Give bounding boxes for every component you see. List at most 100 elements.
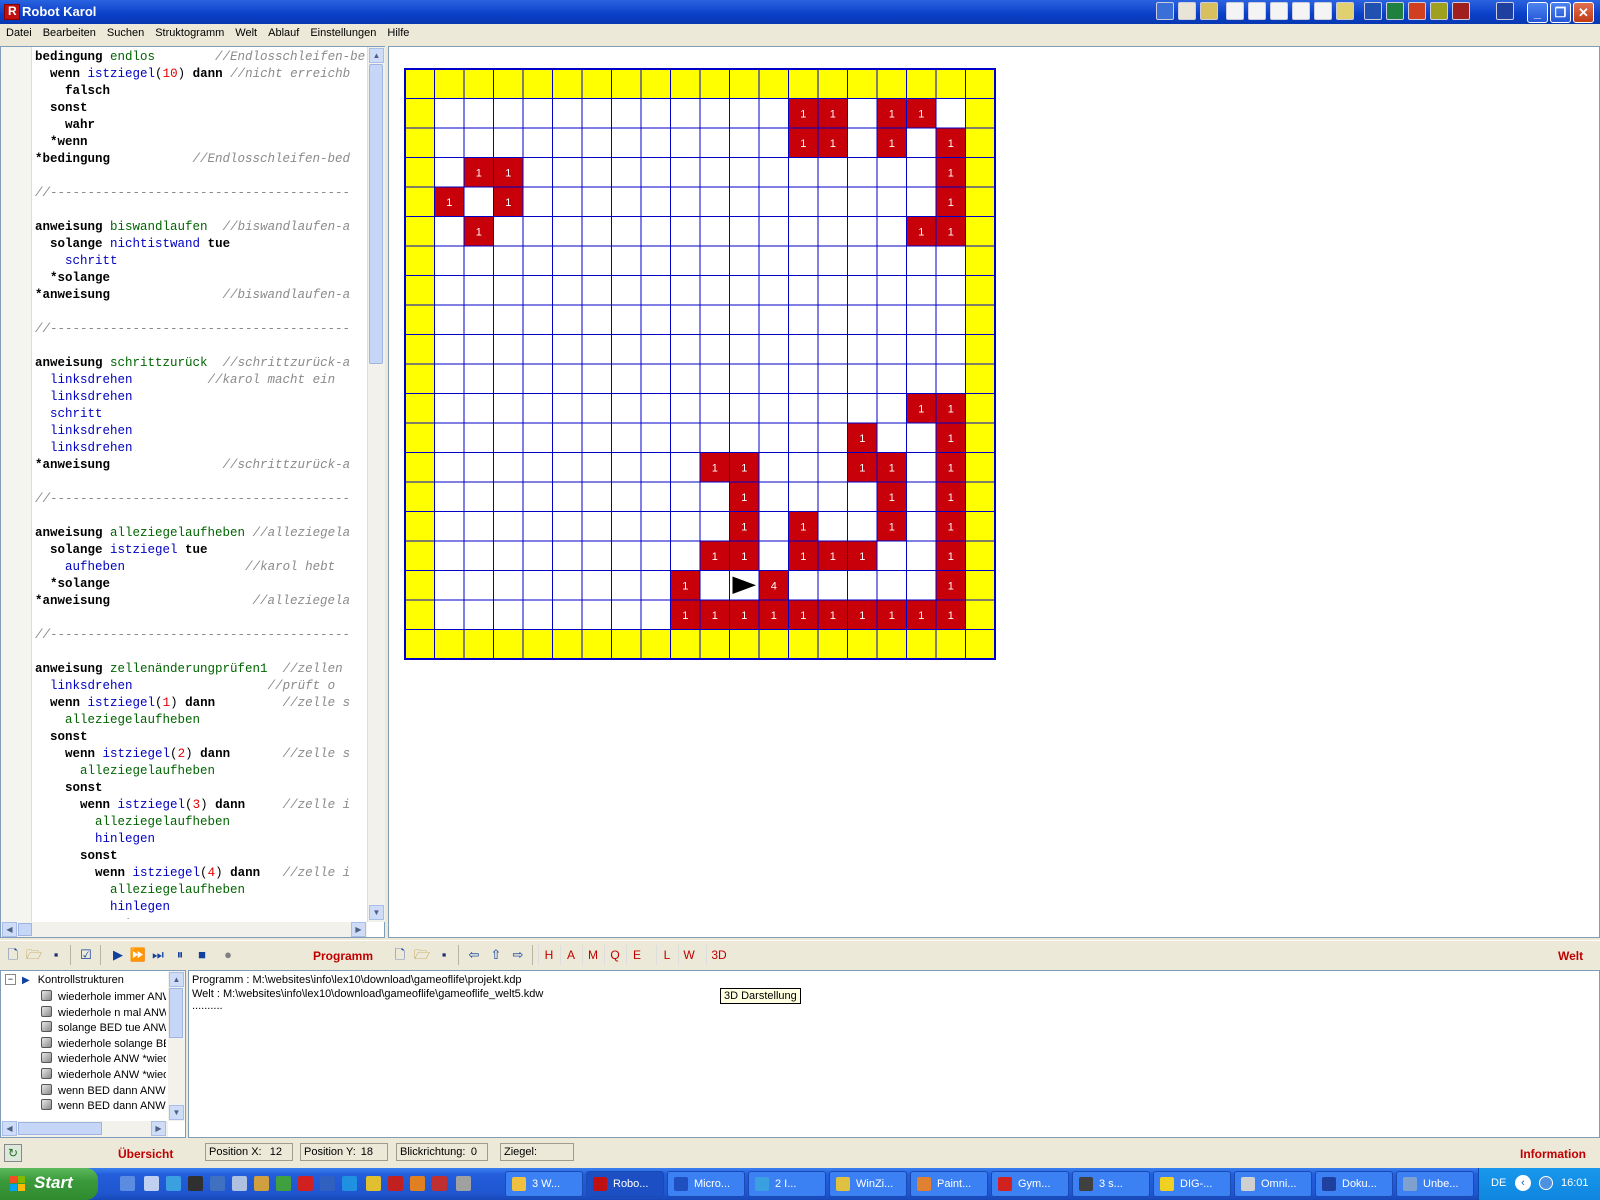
save-world-icon[interactable]: ▪ [434, 945, 454, 965]
grid-cell[interactable] [817, 157, 848, 188]
wall-cell[interactable] [404, 216, 435, 247]
grid-cell[interactable] [434, 304, 465, 335]
grid-cell[interactable] [935, 245, 966, 276]
grid-cell[interactable] [611, 127, 642, 158]
grid-cell[interactable] [522, 540, 553, 571]
grid-cell[interactable] [463, 304, 494, 335]
grid-cell[interactable] [876, 393, 907, 424]
grid-cell[interactable] [611, 98, 642, 129]
tasks-icon[interactable] [1270, 2, 1288, 20]
grid-cell[interactable] [581, 570, 612, 601]
tree-vertical-scrollbar[interactable]: ▲ ▼ [168, 971, 185, 1121]
grid-cell[interactable] [758, 363, 789, 394]
menu-welt[interactable]: Welt [229, 24, 262, 39]
grid-cell[interactable] [552, 304, 583, 335]
minimize-button[interactable]: _ [1527, 2, 1548, 23]
menu-bearbeiten[interactable]: Bearbeiten [37, 24, 101, 39]
grid-cell[interactable] [906, 511, 937, 542]
excel-icon[interactable] [1386, 2, 1404, 20]
grid-cell[interactable] [522, 275, 553, 306]
grid-cell[interactable] [463, 334, 494, 365]
grid-cell[interactable] [906, 304, 937, 335]
grid-cell[interactable] [758, 245, 789, 276]
grid-cell[interactable] [434, 127, 465, 158]
grid-cell[interactable] [670, 245, 701, 276]
grid-cell[interactable] [758, 127, 789, 158]
grid-cell[interactable] [817, 334, 848, 365]
quick-launch-icon[interactable] [1156, 2, 1174, 20]
grid-cell[interactable] [640, 127, 671, 158]
wall-cell[interactable] [404, 481, 435, 512]
wall-cell[interactable] [611, 68, 642, 99]
grid-cell[interactable] [935, 275, 966, 306]
restore-button[interactable]: ❐ [1550, 2, 1571, 23]
wall-cell[interactable] [404, 540, 435, 571]
grid-cell[interactable] [935, 304, 966, 335]
wall-cell[interactable] [699, 68, 730, 99]
check-syntax-icon[interactable]: ☑ [76, 945, 96, 965]
code-editor[interactable]: bedingung endlos //Endlosschleifen-be we… [0, 46, 385, 938]
grid-cell[interactable] [699, 186, 730, 217]
wall-cell[interactable] [434, 629, 465, 660]
grid-cell[interactable] [758, 334, 789, 365]
sticky-note-icon[interactable] [1336, 2, 1354, 20]
wall-cell[interactable] [404, 304, 435, 335]
grid-cell[interactable] [552, 216, 583, 247]
grid-cell[interactable] [434, 511, 465, 542]
scroll-left-arrow-icon[interactable]: ◀ [2, 1121, 17, 1136]
grid-cell[interactable] [758, 511, 789, 542]
wall-cell[interactable] [522, 68, 553, 99]
grid-cell[interactable] [434, 481, 465, 512]
grid-cell[interactable] [847, 186, 878, 217]
wall-cell[interactable] [522, 629, 553, 660]
word-icon[interactable] [1364, 2, 1382, 20]
tree-item[interactable]: wiederhole n mal ANW [41, 1005, 166, 1019]
folder-icon[interactable] [1200, 2, 1218, 20]
wall-cell[interactable] [965, 127, 996, 158]
grid-cell[interactable] [906, 127, 937, 158]
grid-cell[interactable] [788, 334, 819, 365]
grid-cell[interactable] [434, 275, 465, 306]
tree-scroll-thumb[interactable] [169, 988, 183, 1038]
quick-launch-app-icon[interactable] [342, 1176, 357, 1191]
tray-network-icon[interactable] [1539, 1176, 1553, 1190]
wall-cell[interactable] [847, 629, 878, 660]
grid-cell[interactable] [463, 540, 494, 571]
tree-item[interactable]: wiederhole solange BED [41, 1036, 166, 1050]
taskbar-button[interactable]: Paint... [910, 1171, 988, 1197]
wall-cell[interactable] [965, 245, 996, 276]
menu-struktogramm[interactable]: Struktogramm [149, 24, 229, 39]
grid-cell[interactable] [876, 334, 907, 365]
grid-cell[interactable] [552, 157, 583, 188]
grid-cell[interactable] [670, 304, 701, 335]
grid-cell[interactable] [463, 186, 494, 217]
grid-cell[interactable] [876, 570, 907, 601]
wall-cell[interactable] [758, 629, 789, 660]
grid-cell[interactable] [522, 452, 553, 483]
output-panel[interactable]: Programm : M:\websites\info\lex10\downlo… [188, 970, 1600, 1138]
grid-cell[interactable] [581, 599, 612, 630]
grid-cell[interactable] [434, 334, 465, 365]
3d-view-button[interactable]: 3D [706, 945, 731, 965]
grid-cell[interactable] [552, 393, 583, 424]
wall-cell[interactable] [788, 629, 819, 660]
wall-cell[interactable] [404, 68, 435, 99]
grid-cell[interactable] [522, 599, 553, 630]
title-bar[interactable]: R Robot Karol _ ❐ ✕ [0, 0, 1600, 24]
grid-cell[interactable] [581, 452, 612, 483]
grid-cell[interactable] [552, 422, 583, 453]
grid-cell[interactable] [581, 363, 612, 394]
grid-cell[interactable] [640, 393, 671, 424]
grid-cell[interactable] [552, 481, 583, 512]
grid-cell[interactable] [552, 570, 583, 601]
grid-cell[interactable] [434, 363, 465, 394]
open-program-icon[interactable]: 🗁 [24, 945, 44, 965]
grid-cell[interactable] [493, 245, 524, 276]
grid-cell[interactable] [493, 481, 524, 512]
grid-cell[interactable] [552, 245, 583, 276]
grid-cell[interactable] [493, 452, 524, 483]
grid-cell[interactable] [670, 363, 701, 394]
grid-cell[interactable] [788, 570, 819, 601]
grid-cell[interactable] [699, 304, 730, 335]
turn-left-arrow-icon[interactable]: ⇦ [464, 945, 484, 965]
